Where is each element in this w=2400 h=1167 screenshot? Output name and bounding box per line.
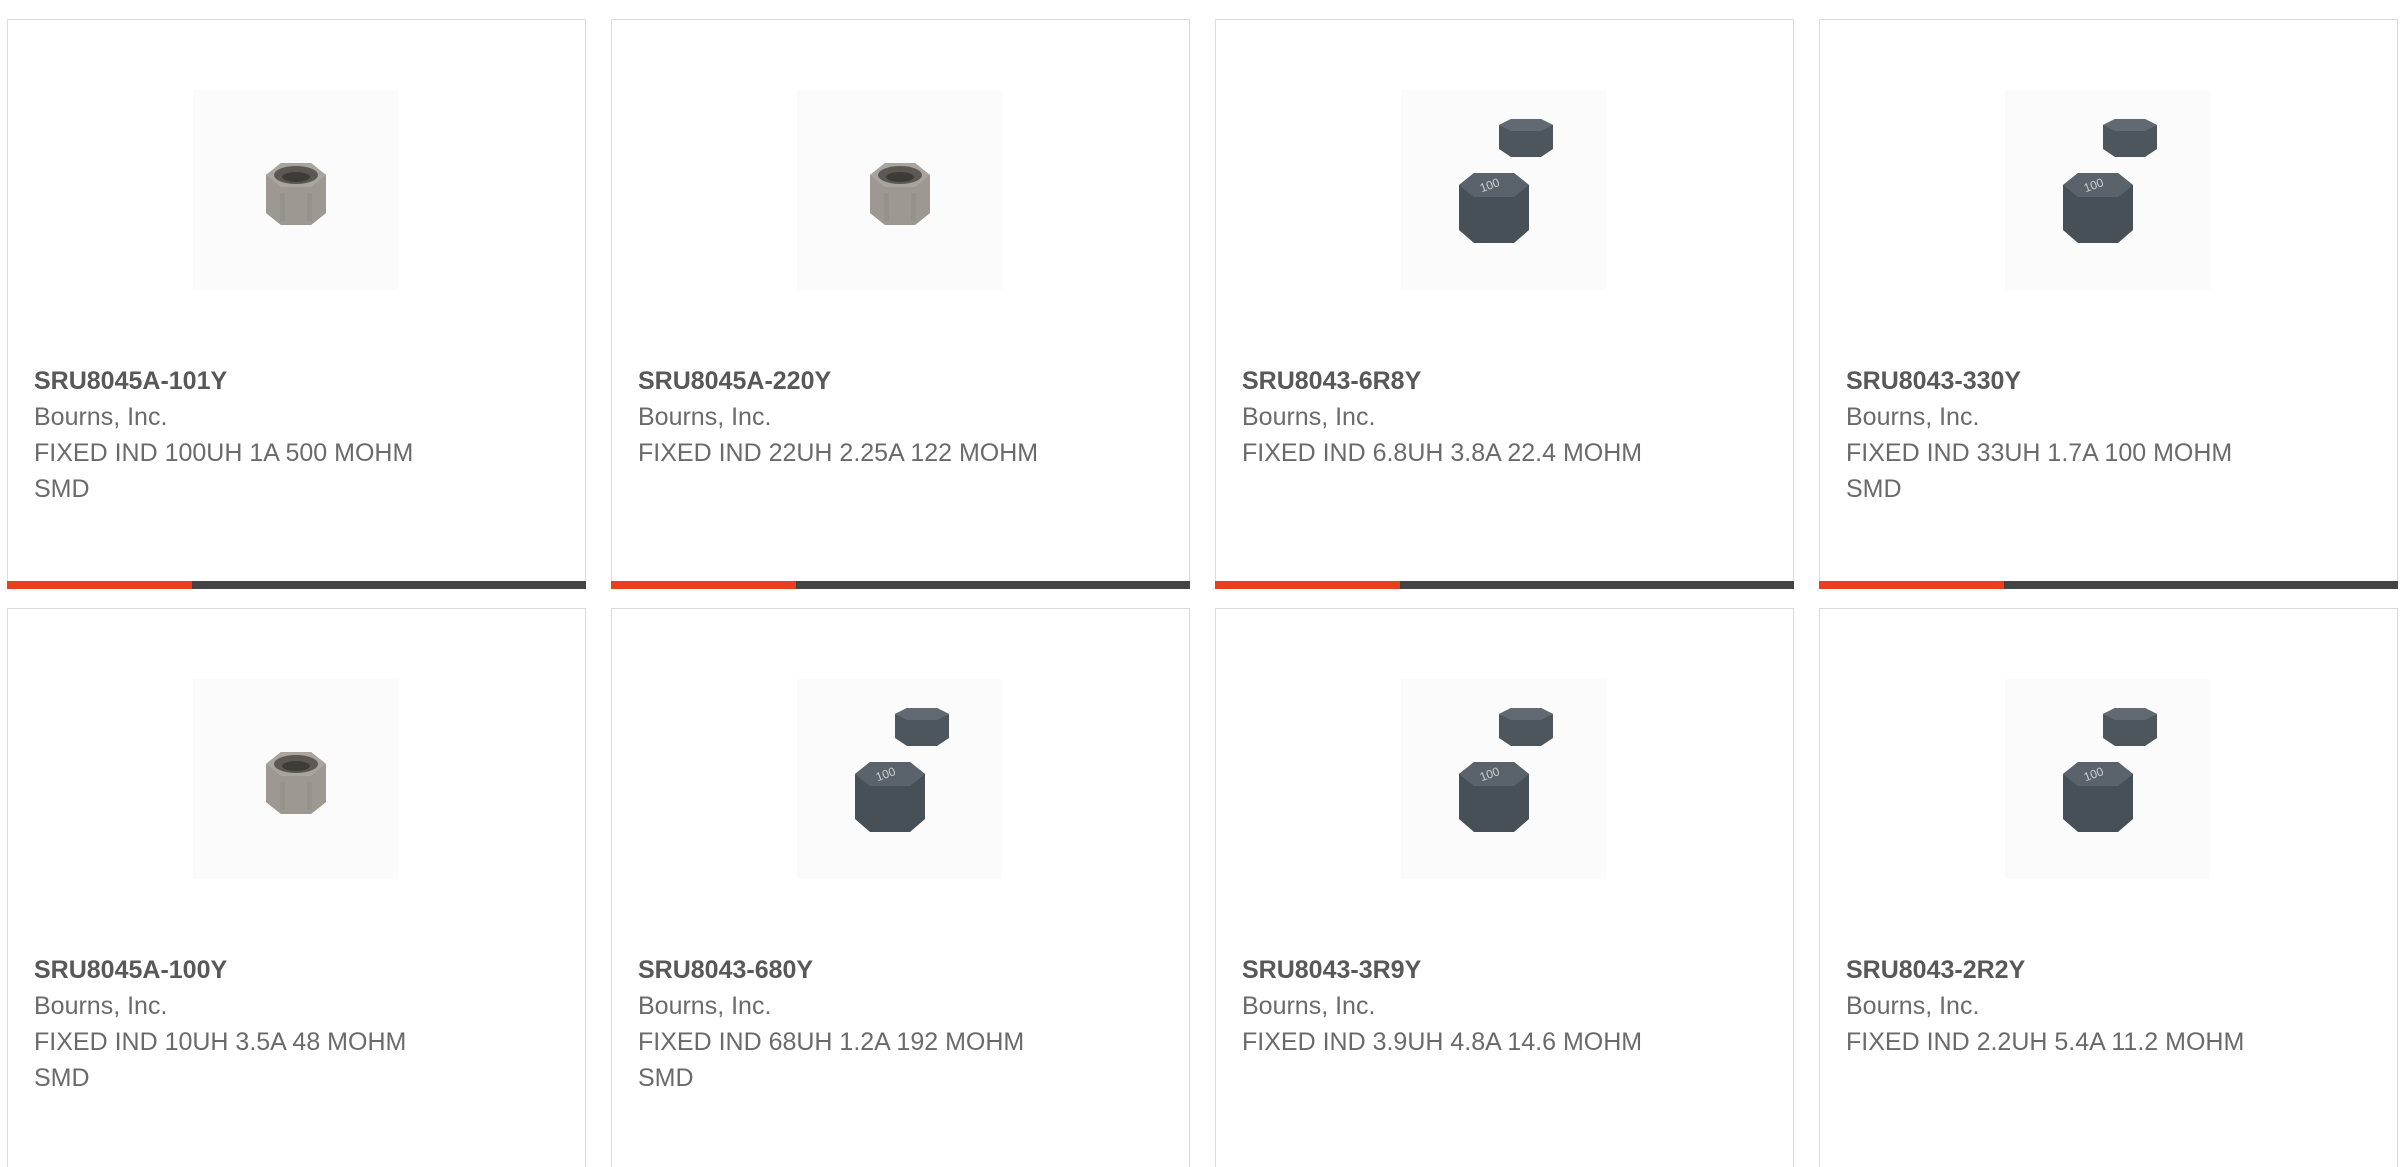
product-card[interactable]: SRU8045A-220Y Bourns, Inc. FIXED IND 22U… xyxy=(611,19,1190,589)
product-description: FIXED IND 100UH 1A 500 MOHM SMD xyxy=(34,439,414,503)
manufacturer: Bourns, Inc. xyxy=(1242,403,1376,431)
card-progress-bar xyxy=(611,581,1190,589)
part-number[interactable]: SRU8045A-100Y xyxy=(34,952,464,988)
product-image[interactable]: 100 xyxy=(2005,90,2210,290)
manufacturer: Bourns, Inc. xyxy=(1846,992,1980,1020)
manufacturer: Bourns, Inc. xyxy=(638,403,772,431)
inductor-open-icon xyxy=(265,752,326,814)
part-number[interactable]: SRU8045A-220Y xyxy=(638,363,1068,399)
product-description: FIXED IND 6.8UH 3.8A 22.4 MOHM xyxy=(1242,439,1643,467)
inductor-pair-icon: 100 xyxy=(1458,708,1553,832)
card-progress-bar xyxy=(1819,581,2398,589)
product-image[interactable]: 100 xyxy=(1401,90,1606,290)
card-progress-bar xyxy=(7,581,586,589)
manufacturer: Bourns, Inc. xyxy=(638,992,772,1020)
product-card[interactable]: 100 SRU8043-330Y Bourns, Inc. FIXED IND … xyxy=(1819,19,2398,589)
card-progress-accent xyxy=(611,581,797,589)
product-card[interactable]: SRU8045A-100Y Bourns, Inc. FIXED IND 10U… xyxy=(7,608,586,1167)
product-description: FIXED IND 68UH 1.2A 192 MOHM SMD xyxy=(638,1028,1025,1092)
product-image[interactable]: 100 xyxy=(797,679,1002,879)
product-card[interactable]: 100 SRU8043-2R2Y Bourns, Inc. FIXED IND … xyxy=(1819,608,2398,1167)
inductor-open-icon xyxy=(869,163,930,225)
part-number[interactable]: SRU8043-2R2Y xyxy=(1846,952,2276,988)
product-image[interactable] xyxy=(797,90,1002,290)
inductor-pair-icon: 100 xyxy=(2062,708,2157,832)
product-image[interactable]: 100 xyxy=(2005,679,2210,879)
card-progress-accent xyxy=(1819,581,2005,589)
product-card[interactable]: 100 SRU8043-6R8Y Bourns, Inc. FIXED IND … xyxy=(1215,19,1794,589)
part-number[interactable]: SRU8045A-101Y xyxy=(34,363,464,399)
inductor-pair-icon: 100 xyxy=(1458,119,1553,243)
product-description: FIXED IND 33UH 1.7A 100 MOHM SMD xyxy=(1846,439,2233,503)
card-progress-accent xyxy=(1215,581,1401,589)
part-number[interactable]: SRU8043-330Y xyxy=(1846,363,2276,399)
product-card[interactable]: 100 SRU8043-680Y Bourns, Inc. FIXED IND … xyxy=(611,608,1190,1167)
product-description: FIXED IND 22UH 2.25A 122 MOHM xyxy=(638,439,1039,467)
card-progress-accent xyxy=(7,581,193,589)
product-description: FIXED IND 2.2UH 5.4A 11.2 MOHM xyxy=(1846,1028,2245,1056)
product-description: FIXED IND 10UH 3.5A 48 MOHM SMD xyxy=(34,1028,407,1092)
product-description: FIXED IND 3.9UH 4.8A 14.6 MOHM xyxy=(1242,1028,1643,1056)
part-number[interactable]: SRU8043-6R8Y xyxy=(1242,363,1672,399)
card-progress-bar xyxy=(1215,581,1794,589)
product-card[interactable]: SRU8045A-101Y Bourns, Inc. FIXED IND 100… xyxy=(7,19,586,589)
inductor-open-icon xyxy=(265,163,326,225)
part-number[interactable]: SRU8043-3R9Y xyxy=(1242,952,1672,988)
inductor-pair-icon: 100 xyxy=(854,708,949,832)
product-card[interactable]: 100 SRU8043-3R9Y Bourns, Inc. FIXED IND … xyxy=(1215,608,1794,1167)
manufacturer: Bourns, Inc. xyxy=(34,403,168,431)
product-grid: SRU8045A-101Y Bourns, Inc. FIXED IND 100… xyxy=(0,0,2400,1167)
product-image[interactable]: 100 xyxy=(1401,679,1606,879)
product-image[interactable] xyxy=(193,679,398,879)
manufacturer: Bourns, Inc. xyxy=(34,992,168,1020)
product-image[interactable] xyxy=(193,90,398,290)
part-number[interactable]: SRU8043-680Y xyxy=(638,952,1068,988)
inductor-pair-icon: 100 xyxy=(2062,119,2157,243)
manufacturer: Bourns, Inc. xyxy=(1242,992,1376,1020)
manufacturer: Bourns, Inc. xyxy=(1846,403,1980,431)
